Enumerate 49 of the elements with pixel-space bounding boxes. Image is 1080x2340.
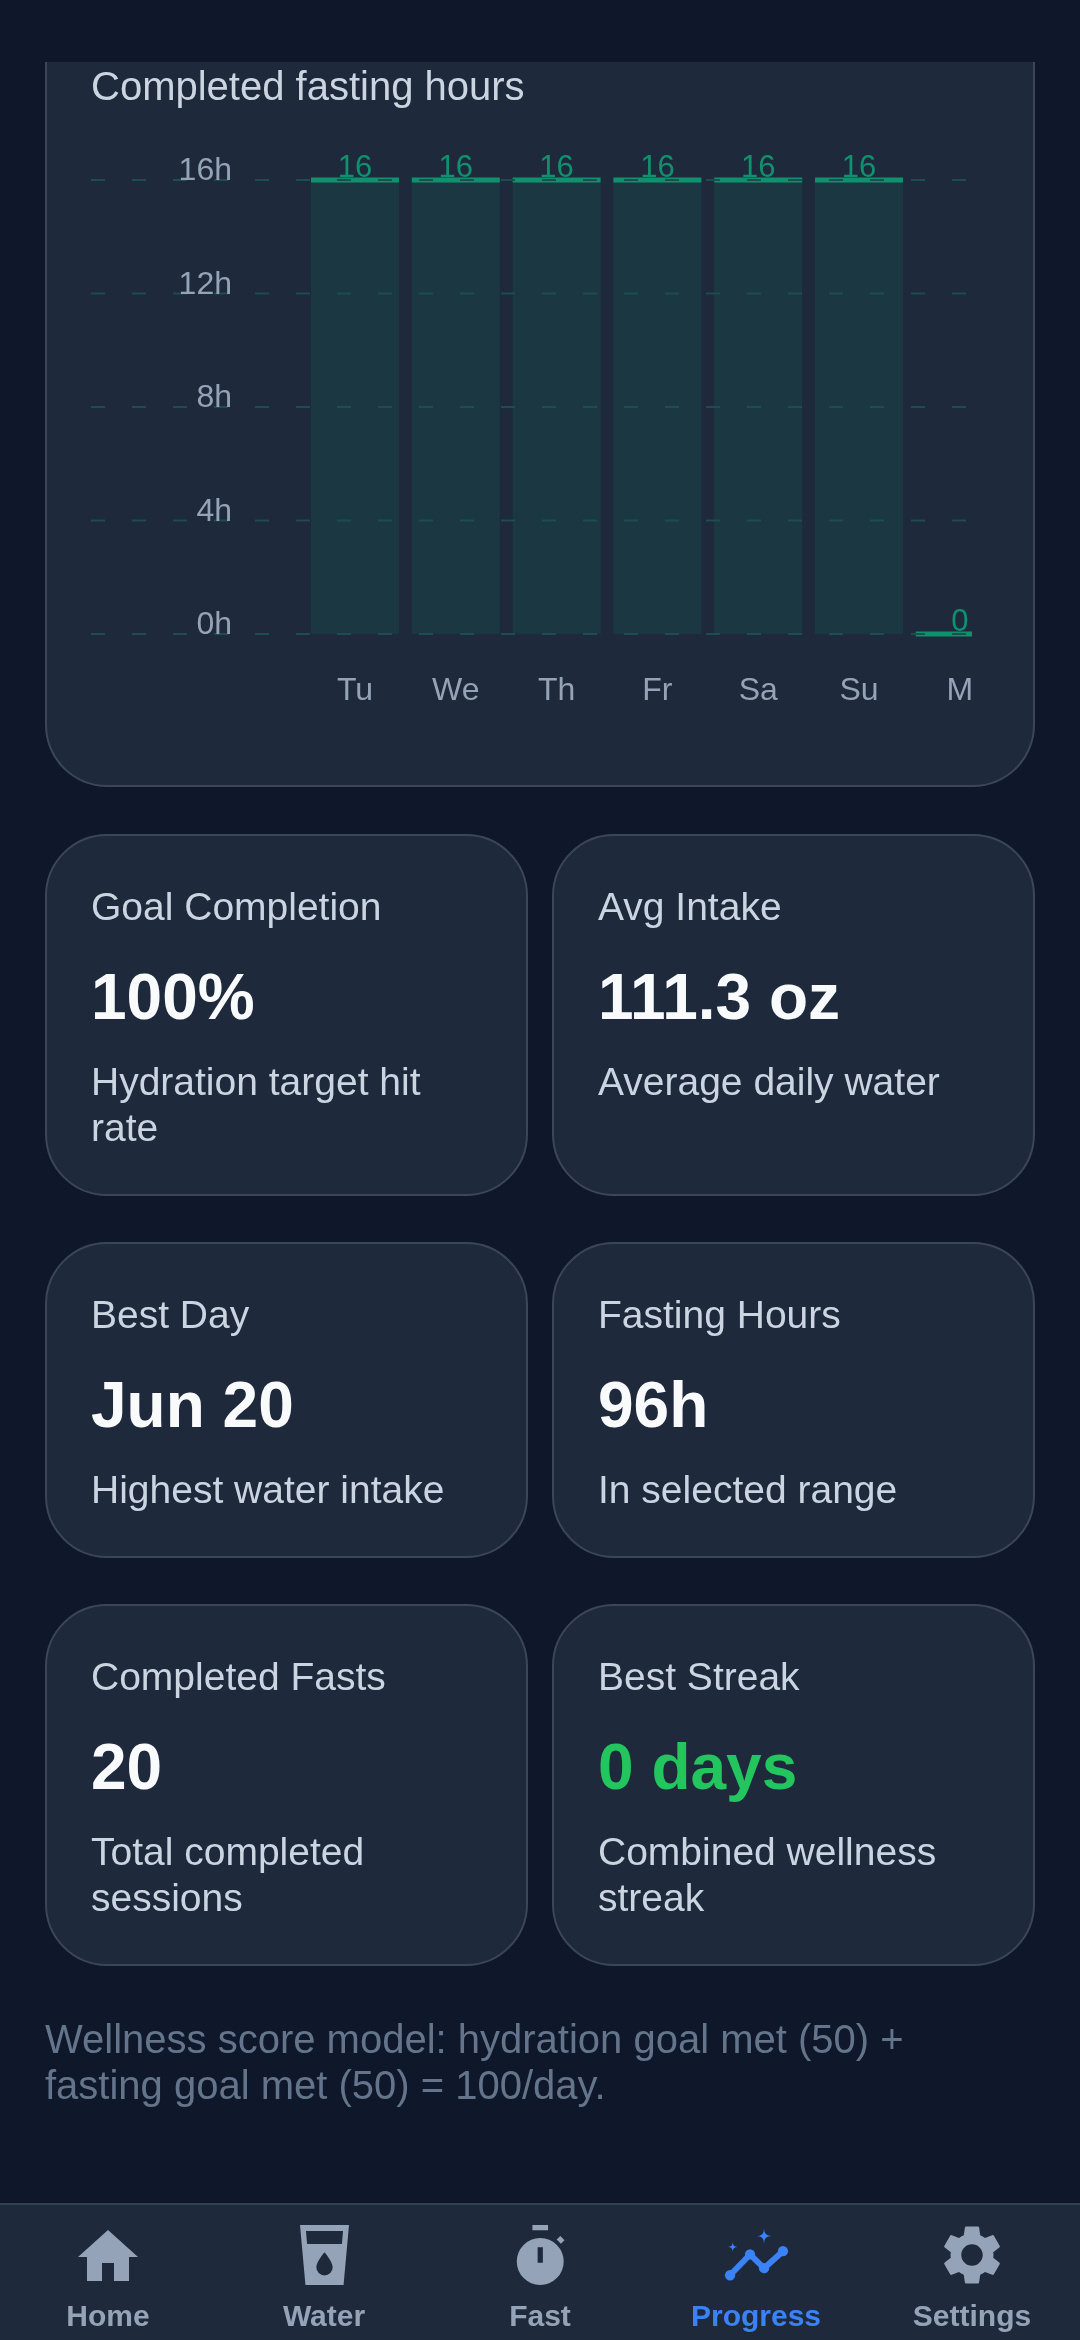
y-axis-label: 0h: [196, 605, 232, 641]
stat-caption: Highest water intake: [91, 1467, 445, 1513]
stat-label: Fasting Hours: [598, 1292, 841, 1338]
stat-label: Goal Completion: [91, 884, 382, 930]
y-axis-label: 12h: [178, 264, 232, 301]
stat-caption: In selected range: [598, 1467, 898, 1513]
stat-value: 100%: [91, 960, 255, 1035]
y-axis-label: 16h: [178, 151, 232, 187]
stat-value: Jun 20: [91, 1368, 294, 1443]
footnote-text: Wellness score model: hydration goal met (50) + fasting goal met (50) = 100/day.: [45, 2016, 905, 2108]
bar-value-label: 16: [337, 149, 373, 184]
nav-tab[interactable]: Home: [0, 2205, 216, 2340]
water-glass-icon: [299, 2225, 349, 2285]
stat-label: Completed Fasts: [91, 1654, 386, 1700]
bar: [915, 631, 972, 637]
stat-caption: Average daily water: [598, 1059, 940, 1105]
stat-label: Avg Intake: [598, 884, 782, 930]
bar-value-label: 16: [539, 149, 574, 184]
stat-value: 111.3 oz: [598, 960, 840, 1035]
y-axis-label: 4h: [196, 491, 232, 528]
nav-tab[interactable]: Settings: [864, 2205, 1080, 2340]
bar-value-label: 16: [640, 149, 675, 184]
chart-title: Completed fasting hours: [91, 63, 526, 110]
stat-value: 0 days: [598, 1730, 798, 1805]
nav-tab[interactable]: Fast: [432, 2205, 648, 2340]
nav-tab[interactable]: Progress: [648, 2205, 864, 2340]
bar-value-label: 16: [841, 149, 877, 184]
home-icon: [78, 2230, 138, 2281]
x-axis-label: Tu: [336, 671, 374, 707]
x-axis-label: We: [432, 671, 480, 707]
x-axis-label: Sa: [738, 671, 778, 707]
bar-value-label: 0: [951, 603, 969, 638]
bar-value-label: 16: [438, 149, 474, 184]
x-axis-label: Th: [537, 671, 576, 707]
stat-label: Best Streak: [598, 1654, 800, 1700]
stat-caption: Combined wellness streak: [598, 1829, 938, 1921]
stat-value: 96h: [598, 1368, 709, 1443]
y-axis-label: 8h: [196, 378, 232, 414]
x-axis-label: M: [946, 671, 974, 707]
nav-tab[interactable]: Water: [216, 2205, 432, 2340]
settings-icon: [944, 2225, 1000, 2285]
stat-caption: Hydration target hit rate: [91, 1059, 422, 1151]
stopwatch-icon: [515, 2225, 565, 2285]
stat-label: Best Day: [91, 1292, 250, 1338]
stat-caption: Total completed sessions: [91, 1829, 366, 1921]
x-axis-label: Su: [839, 671, 879, 707]
bar-value-label: 16: [740, 149, 776, 184]
stat-value: 20: [91, 1730, 163, 1805]
x-axis-label: Fr: [642, 671, 673, 707]
